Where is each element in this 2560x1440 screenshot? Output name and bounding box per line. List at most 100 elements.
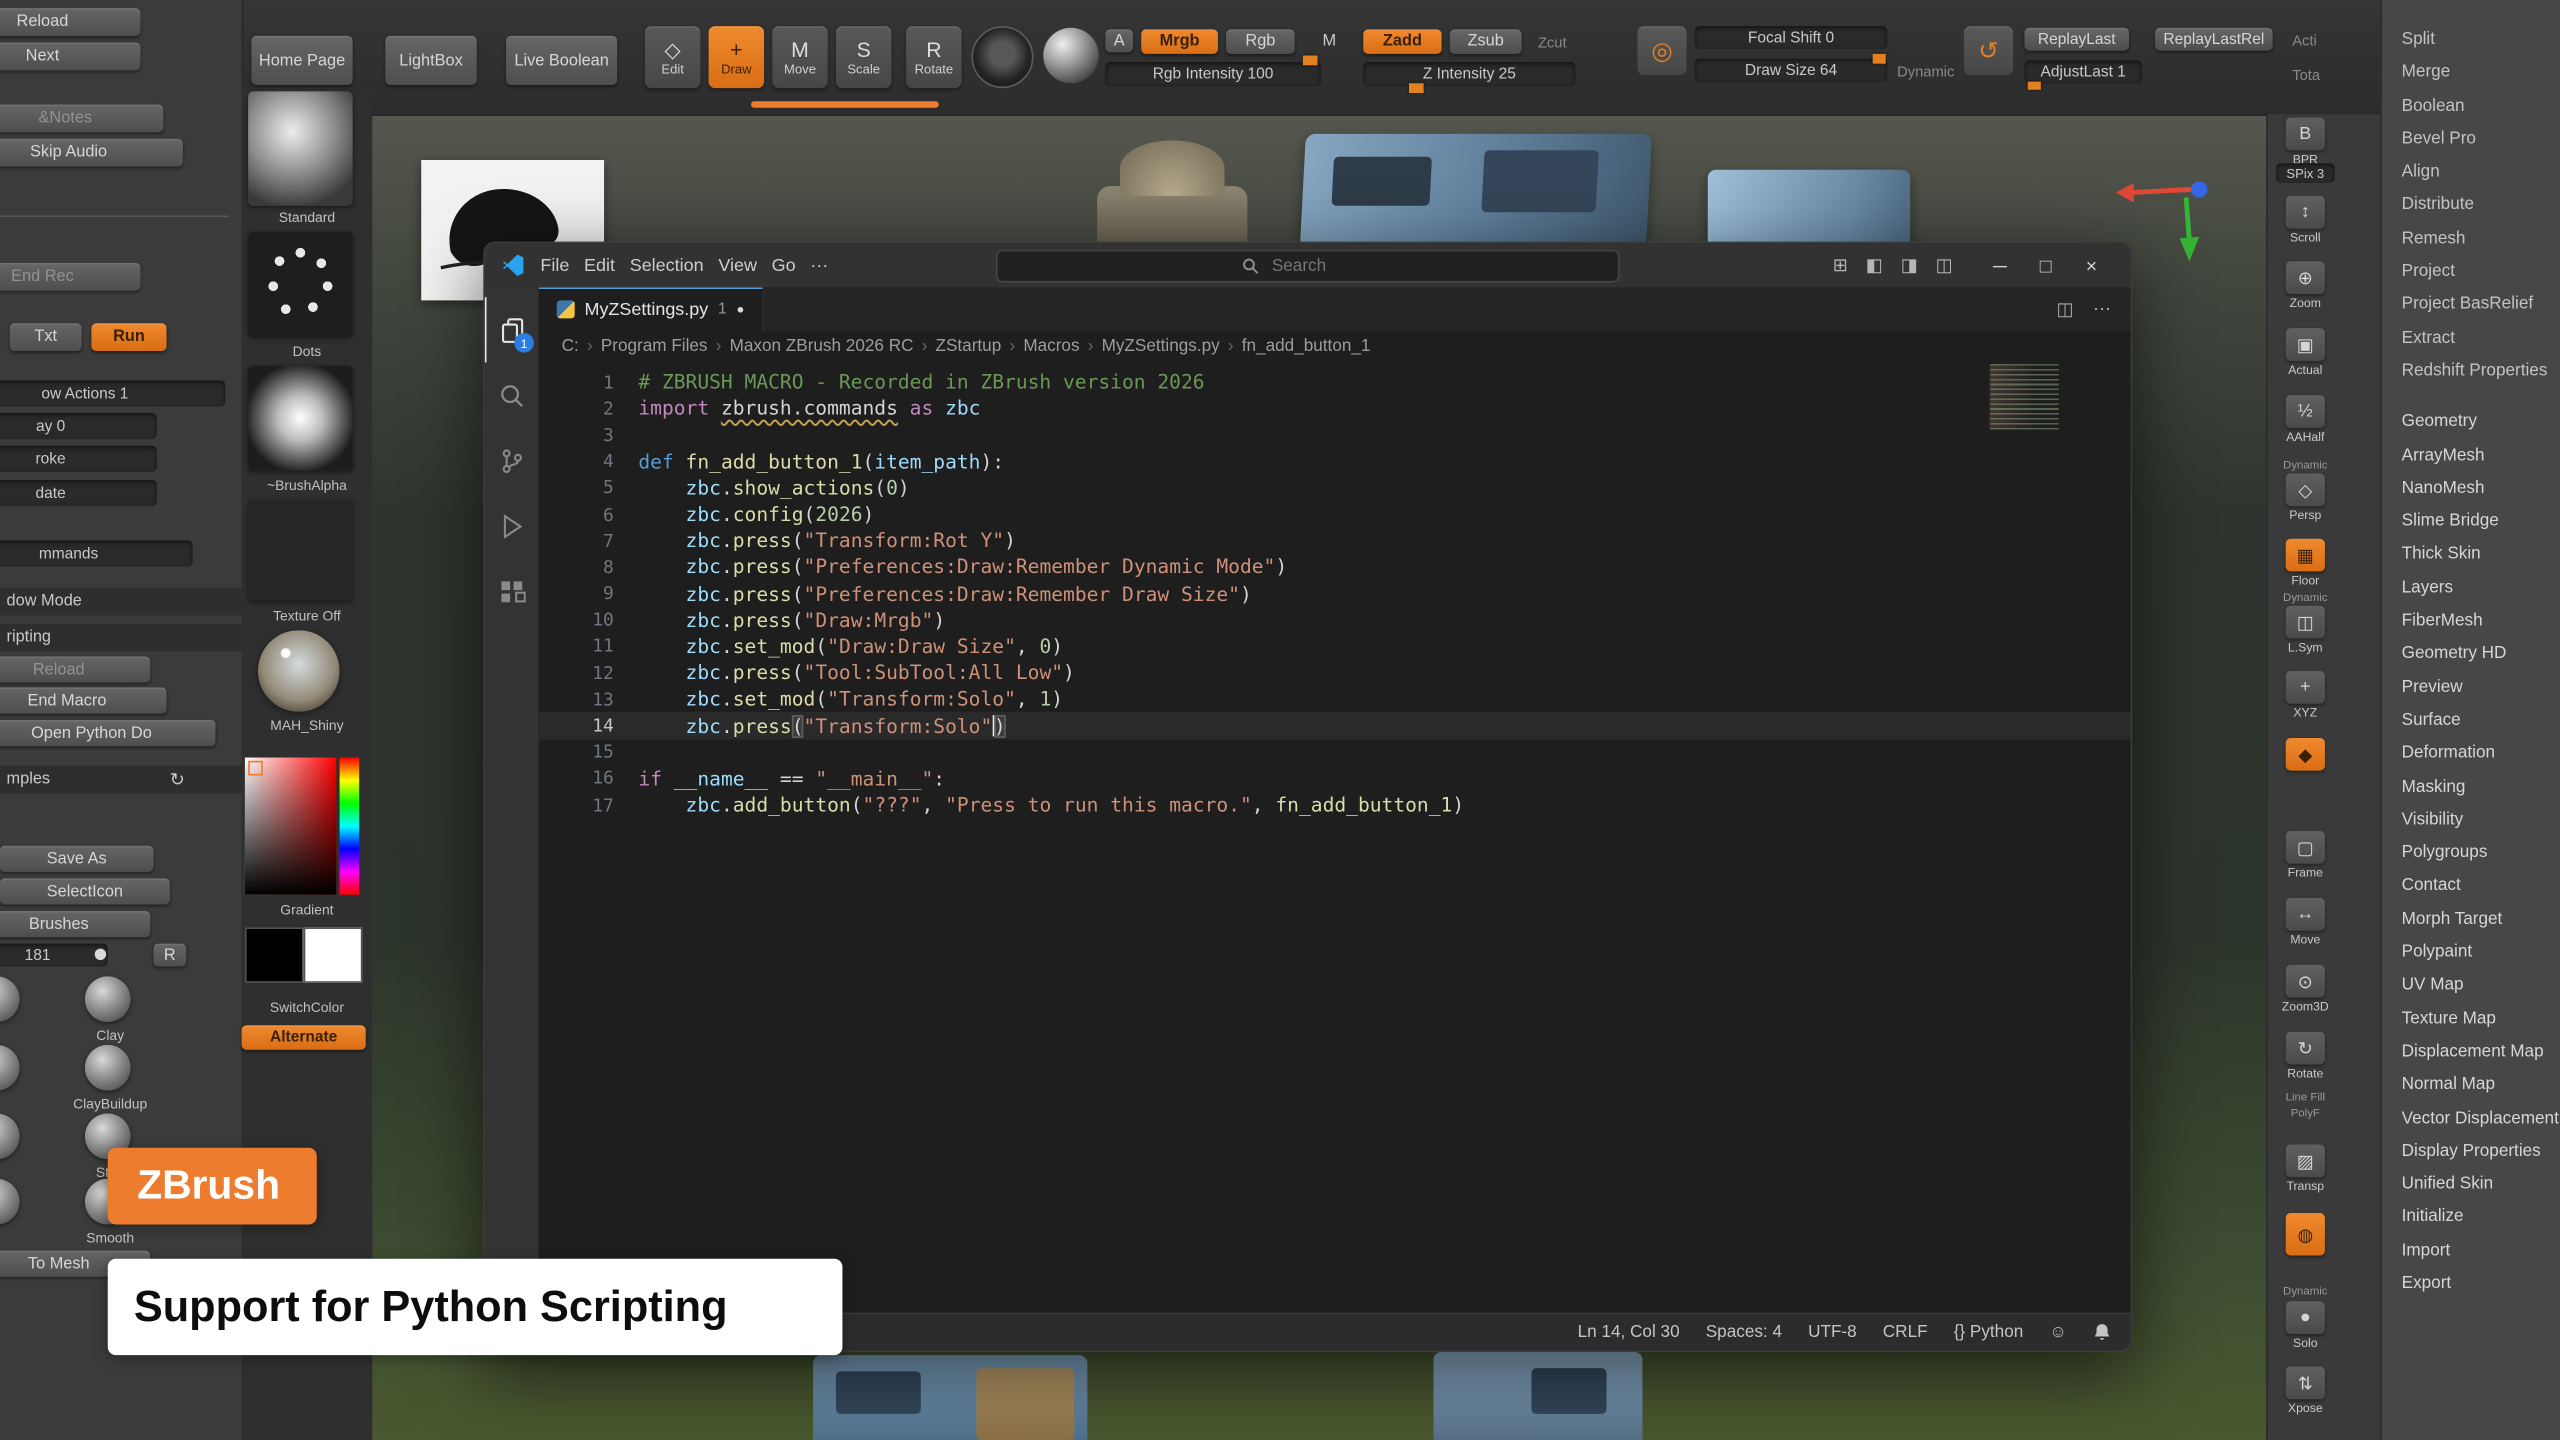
- delay-slider[interactable]: ay 0: [0, 413, 157, 439]
- reload-macro-button[interactable]: Reload: [0, 656, 150, 682]
- zoom-button[interactable]: ⊕Zoom: [2273, 261, 2338, 310]
- brushes-button[interactable]: Brushes: [0, 911, 150, 937]
- menu-item[interactable]: Geometry HD: [2382, 637, 2560, 670]
- menu-item[interactable]: Split: [2382, 23, 2560, 56]
- draw-size-handle[interactable]: [1873, 54, 1886, 64]
- status-line-col[interactable]: Ln 14, Col 30: [1578, 1322, 1680, 1342]
- minimap[interactable]: [1989, 364, 2059, 429]
- status-spaces[interactable]: Spaces: 4: [1706, 1322, 1782, 1342]
- extensions-icon[interactable]: [485, 558, 539, 623]
- code-line[interactable]: 8 zbc.press("Preferences:Draw:Remember D…: [539, 554, 2131, 580]
- code-line[interactable]: 1# ZBRUSH MACRO - Recorded in ZBrush ver…: [539, 369, 2131, 395]
- xpose-icon[interactable]: ⇅: [2286, 1367, 2325, 1400]
- zsub-button[interactable]: Zsub: [1450, 29, 1522, 53]
- code-line[interactable]: 9 zbc.press("Preferences:Draw:Remember D…: [539, 580, 2131, 606]
- current-texture-thumb[interactable]: [248, 500, 352, 601]
- xyz-button[interactable]: +XYZ: [2273, 671, 2338, 720]
- z-intensity-slider[interactable]: Z Intensity 25: [1363, 62, 1575, 86]
- brush-thumb-cut[interactable]: [0, 1179, 20, 1225]
- draw-tool-button[interactable]: +Draw: [709, 26, 765, 88]
- code-line[interactable]: 16if __name__ == "__main__":: [539, 765, 2131, 791]
- gizmo-toggle-button[interactable]: ◆: [2273, 738, 2338, 771]
- scroll-button[interactable]: ↕Scroll: [2273, 196, 2338, 245]
- solo-icon[interactable]: ●: [2286, 1301, 2325, 1334]
- menu-item[interactable]: Polygroups: [2382, 836, 2560, 869]
- zoom-icon[interactable]: ⊕: [2286, 261, 2325, 294]
- editor-more-actions-icon[interactable]: ⋯: [2093, 299, 2111, 320]
- menu-item[interactable]: Unified Skin: [2382, 1168, 2560, 1201]
- status-encoding[interactable]: UTF-8: [1808, 1322, 1857, 1342]
- menu-item[interactable]: Deformation: [2382, 737, 2560, 770]
- menu-item[interactable]: Surface: [2382, 704, 2560, 737]
- minimize-button[interactable]: ─: [1977, 254, 2023, 277]
- floor-button[interactable]: ▦Floor: [2273, 539, 2338, 588]
- value-slider[interactable]: 181: [0, 944, 108, 967]
- code-line[interactable]: 7 zbc.press("Transform:Rot Y"): [539, 528, 2131, 554]
- current-brush-thumb[interactable]: [248, 91, 352, 205]
- vscode-titlebar[interactable]: File Edit Selection View Go ··· ← → ⊞ ◧ …: [485, 243, 2131, 287]
- rotate-view-icon[interactable]: ↻: [2286, 1032, 2325, 1065]
- notes-button[interactable]: &Notes: [0, 104, 163, 132]
- status-language[interactable]: {} Python: [1954, 1322, 2024, 1342]
- focal-shift-slider[interactable]: Focal Shift 0: [1695, 26, 1888, 49]
- menu-item[interactable]: Thick Skin: [2382, 538, 2560, 571]
- brush-size-icon[interactable]: ◎: [1638, 26, 1687, 75]
- brush-thumb-clay[interactable]: [85, 976, 131, 1022]
- replay-last-button[interactable]: ReplayLast: [2024, 28, 2128, 51]
- dynamic-label[interactable]: Dynamic: [1897, 64, 1954, 80]
- maximize-button[interactable]: □: [2023, 254, 2069, 277]
- tota-label[interactable]: Tota: [2292, 67, 2320, 83]
- bpr-icon[interactable]: B: [2286, 118, 2325, 151]
- menu-item[interactable]: Geometry: [2382, 405, 2560, 438]
- reload-button[interactable]: Reload: [0, 8, 140, 36]
- rotate-view-button[interactable]: ↻Rotate: [2273, 1032, 2338, 1081]
- frame-icon[interactable]: ▢: [2286, 831, 2325, 864]
- layout-customize-icon[interactable]: ⊞: [1833, 255, 1848, 276]
- mrgb-button[interactable]: Mrgb: [1141, 29, 1218, 53]
- z-intensity-handle[interactable]: [1409, 83, 1424, 93]
- frame-button[interactable]: ▢Frame: [2273, 831, 2338, 880]
- source-control-icon[interactable]: [485, 428, 539, 493]
- code-line[interactable]: 12 zbc.press("Tool:SubTool:All Low"): [539, 660, 2131, 686]
- code-line[interactable]: 2import zbrush.commands as zbc: [539, 395, 2131, 421]
- menu-go[interactable]: Go: [772, 256, 796, 276]
- hue-bar[interactable]: [340, 758, 360, 895]
- a-toggle-button[interactable]: A: [1105, 29, 1133, 52]
- brush-thumb-cut[interactable]: [0, 1113, 20, 1159]
- code-line[interactable]: 14 zbc.press("Transform:Solo"): [539, 713, 2131, 739]
- r-button[interactable]: R: [153, 944, 186, 967]
- select-icon-button[interactable]: SelectIcon: [0, 878, 170, 904]
- close-button[interactable]: ×: [2069, 254, 2115, 277]
- lightbox-button[interactable]: LightBox: [385, 36, 476, 85]
- explorer-icon[interactable]: 1: [483, 297, 540, 362]
- breadcrumb-item[interactable]: MyZSettings.py: [1080, 336, 1220, 356]
- txt-button[interactable]: Txt: [10, 323, 82, 351]
- xpose-button[interactable]: ⇅Xpose: [2273, 1367, 2338, 1416]
- color-picker-square[interactable]: [245, 758, 336, 895]
- status-eol[interactable]: CRLF: [1883, 1322, 1928, 1342]
- code-line[interactable]: 11 zbc.set_mod("Draw:Draw Size", 0): [539, 633, 2131, 659]
- line-fill-label[interactable]: Line Fill: [2273, 1092, 2338, 1103]
- end-rec-button[interactable]: End Rec: [0, 263, 140, 291]
- menu-item[interactable]: Distribute: [2382, 189, 2560, 222]
- rgb-intensity-slider[interactable]: Rgb Intensity 100: [1105, 62, 1321, 86]
- code-line[interactable]: 13 zbc.set_mod("Transform:Solo", 1): [539, 686, 2131, 712]
- lsym-icon[interactable]: ◫: [2286, 606, 2325, 639]
- zcut-button[interactable]: Zcut: [1538, 34, 1567, 50]
- menu-item[interactable]: Preview: [2382, 670, 2560, 703]
- replay-last-rel-button[interactable]: ReplayLastRel: [2155, 28, 2273, 51]
- transp-icon[interactable]: ▨: [2286, 1144, 2325, 1177]
- menu-item[interactable]: Normal Map: [2382, 1068, 2560, 1101]
- persp-icon[interactable]: ◇: [2286, 473, 2325, 506]
- menu-item[interactable]: Export: [2382, 1267, 2560, 1300]
- code-line[interactable]: 17 zbc.add_button("???", "Press to run t…: [539, 792, 2131, 818]
- current-stroke-thumb[interactable]: [248, 232, 352, 336]
- material-preview-icon[interactable]: [1043, 28, 1099, 84]
- aahalf-button[interactable]: ½AAHalf: [2273, 395, 2338, 444]
- brush-thumb-cut[interactable]: [0, 976, 20, 1022]
- menu-item[interactable]: Project BasRelief: [2382, 288, 2560, 321]
- menu-edit[interactable]: Edit: [584, 256, 615, 276]
- alternate-button[interactable]: Alternate: [242, 1025, 366, 1049]
- zoom3d-button[interactable]: ⊙Zoom3D: [2273, 965, 2338, 1014]
- open-python-doc-button[interactable]: Open Python Do: [0, 720, 216, 746]
